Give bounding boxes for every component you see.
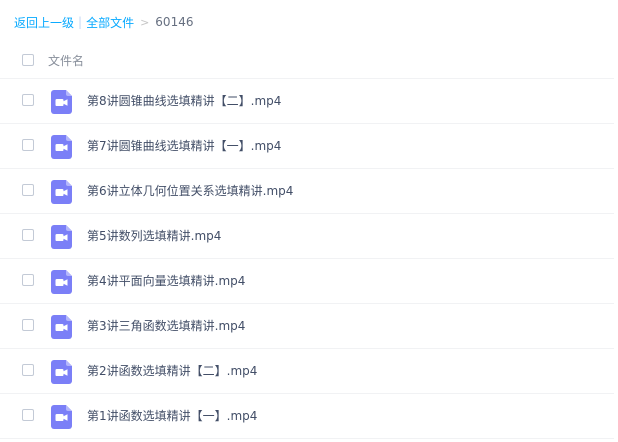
video-file-icon [51,225,72,249]
video-file-icon [51,135,72,159]
all-files-link[interactable]: 全部文件 [86,14,134,31]
row-checkbox[interactable] [22,274,34,286]
file-row[interactable]: 第2讲函数选填精讲【二】.mp4 [0,349,614,394]
breadcrumb: 返回上一级 | 全部文件 > 60146 [14,12,193,32]
file-browser: 返回上一级 | 全部文件 > 60146 文件名 第8讲圆锥曲线选填精讲【二】.… [0,0,618,442]
file-name[interactable]: 第1讲函数选填精讲【一】.mp4 [87,394,257,438]
file-name[interactable]: 第3讲三角函数选填精讲.mp4 [87,304,245,348]
row-checkbox[interactable] [22,364,34,376]
file-name[interactable]: 第8讲圆锥曲线选填精讲【二】.mp4 [87,79,281,123]
file-name[interactable]: 第7讲圆锥曲线选填精讲【一】.mp4 [87,124,281,168]
back-link[interactable]: 返回上一级 [14,14,74,31]
row-checkbox[interactable] [22,229,34,241]
file-row[interactable]: 第6讲立体几何位置关系选填精讲.mp4 [0,169,614,214]
file-row[interactable]: 第7讲圆锥曲线选填精讲【一】.mp4 [0,124,614,169]
video-file-icon [51,90,72,114]
row-checkbox[interactable] [22,319,34,331]
file-row[interactable]: 第5讲数列选填精讲.mp4 [0,214,614,259]
video-file-icon [51,405,72,429]
video-file-icon [51,270,72,294]
list-header: 文件名 [0,42,614,79]
file-name[interactable]: 第4讲平面向量选填精讲.mp4 [87,259,245,303]
file-row[interactable]: 第3讲三角函数选填精讲.mp4 [0,304,614,349]
row-checkbox[interactable] [22,409,34,421]
row-checkbox[interactable] [22,94,34,106]
file-name[interactable]: 第5讲数列选填精讲.mp4 [87,214,221,258]
current-folder: 60146 [155,15,194,29]
file-row[interactable]: 第4讲平面向量选填精讲.mp4 [0,259,614,304]
row-checkbox[interactable] [22,139,34,151]
file-row[interactable]: 第8讲圆锥曲线选填精讲【二】.mp4 [0,79,614,124]
video-file-icon [51,180,72,204]
file-name[interactable]: 第6讲立体几何位置关系选填精讲.mp4 [87,169,293,213]
video-file-icon [51,315,72,339]
breadcrumb-divider: | [78,15,83,29]
file-name[interactable]: 第2讲函数选填精讲【二】.mp4 [87,349,257,393]
row-checkbox[interactable] [22,184,34,196]
video-file-icon [51,360,72,384]
breadcrumb-arrow: > [140,15,150,29]
column-filename[interactable]: 文件名 [48,52,84,69]
file-list: 第8讲圆锥曲线选填精讲【二】.mp4 第7讲圆锥曲线选填精讲【一】.mp4 第6… [0,79,614,439]
select-all-checkbox[interactable] [22,54,34,66]
file-row[interactable]: 第1讲函数选填精讲【一】.mp4 [0,394,614,439]
